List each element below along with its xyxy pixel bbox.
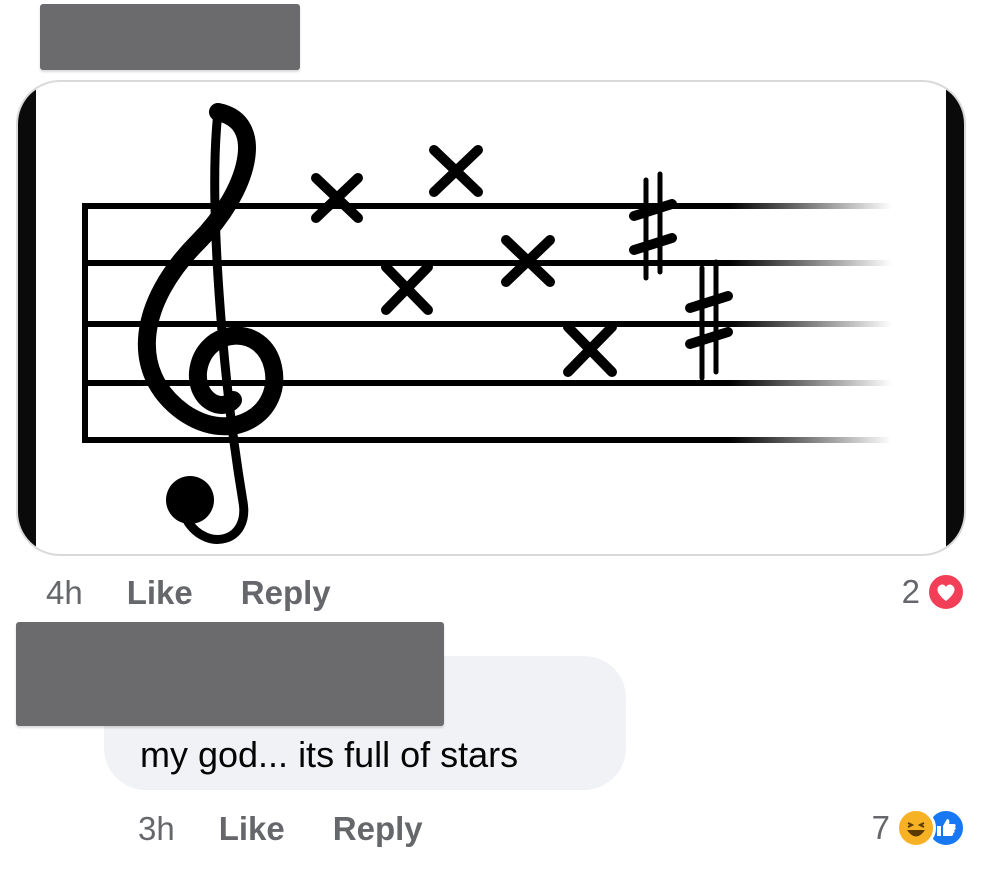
sharp-2	[685, 259, 733, 381]
double-sharp-2	[429, 145, 483, 197]
double-sharp-5	[563, 322, 617, 377]
post-meta-row: 4h Like Reply	[46, 574, 379, 612]
comment-reply-button[interactable]: Reply	[333, 810, 423, 848]
redacted-author-name	[40, 4, 300, 70]
comment-text: my god... its full of stars	[140, 734, 519, 775]
comment-timestamp[interactable]: 3h	[138, 810, 175, 848]
comment-meta-row: 3h Like Reply	[138, 810, 471, 848]
reaction-count: 2	[901, 573, 920, 610]
post-image[interactable]	[16, 80, 966, 556]
comment-reactions[interactable]: 7	[872, 808, 966, 848]
comment-reaction-count: 7	[871, 809, 890, 846]
redacted-commenter-name	[16, 622, 444, 726]
post-timestamp[interactable]: 4h	[46, 574, 83, 612]
haha-icon	[896, 808, 936, 848]
comment-like-button[interactable]: Like	[219, 810, 285, 848]
reply-button[interactable]: Reply	[241, 574, 331, 612]
music-staff-image	[82, 103, 892, 544]
treble-clef-ball	[166, 476, 214, 524]
heart-icon	[926, 572, 966, 612]
like-button[interactable]: Like	[127, 574, 193, 612]
double-sharp-3	[381, 262, 433, 315]
double-sharp-1	[311, 173, 363, 223]
post-reactions[interactable]: 2	[902, 572, 966, 612]
staff-barline	[82, 203, 88, 443]
